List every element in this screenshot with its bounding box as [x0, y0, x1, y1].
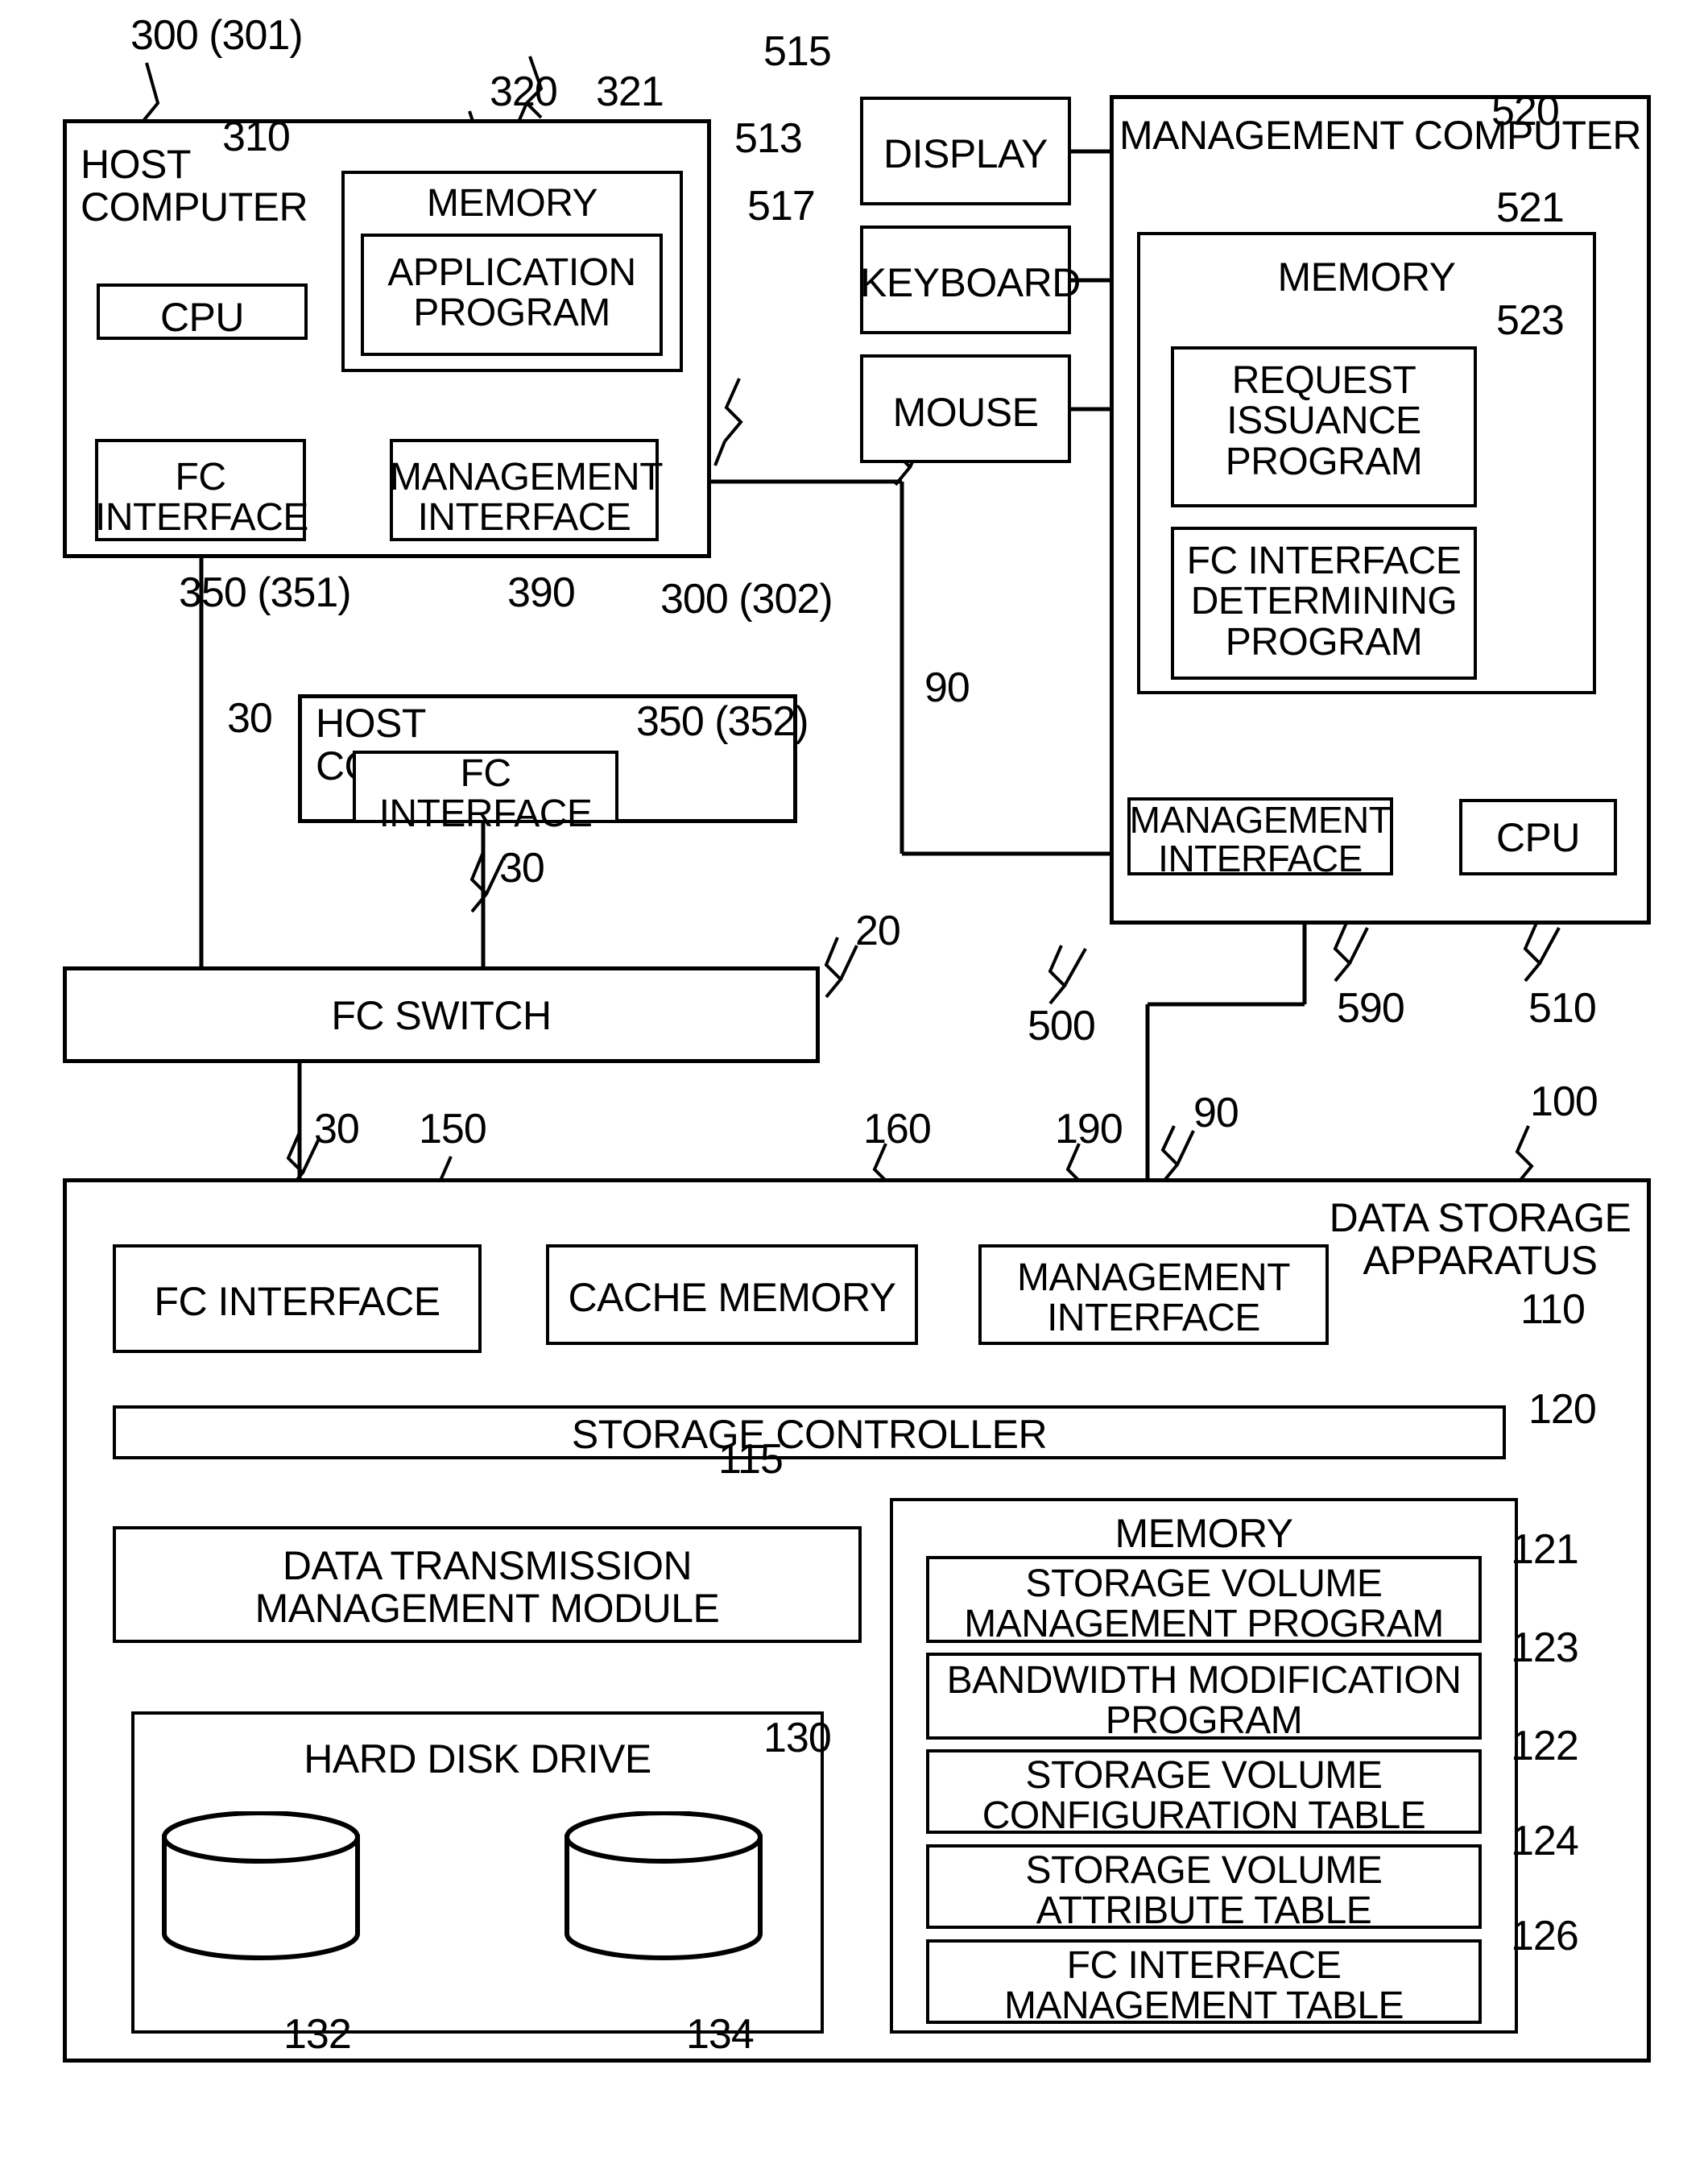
- disk-cylinder-134: [565, 1811, 763, 1960]
- diagram-canvas: HOST COMPUTER 300 (301) CPU 310 MEMORY 3…: [0, 0, 1708, 2160]
- host-computer-1-fc-interface-ref: 350 (351): [179, 569, 352, 616]
- display-label: DISPLAY: [883, 131, 1048, 176]
- bandwidth-modification-program-label: BANDWIDTH MODIFICATION PROGRAM: [946, 1659, 1462, 1743]
- disk-cylinder-132: [162, 1811, 360, 1960]
- cache-memory-label: CACHE MEMORY: [568, 1275, 896, 1320]
- management-computer-cpu-label: CPU: [1495, 815, 1581, 860]
- fc-cable-host2-ref: 30: [499, 845, 545, 892]
- fc-interface-management-table-label: FC INTERFACE MANAGEMENT TABLE: [1003, 1944, 1404, 2028]
- management-computer-memory-label: MEMORY: [1277, 254, 1456, 300]
- data-storage-apparatus-ref: 100: [1530, 1078, 1598, 1125]
- management-network-lower-ref: 90: [1193, 1090, 1239, 1136]
- request-issuance-program-ref: 521: [1496, 184, 1565, 231]
- host-computer-2-fc-interface-ref: 350 (352): [636, 698, 809, 745]
- disk-134-ref: 134: [686, 2011, 755, 2058]
- host-computer-1-fc-interface-label: FC INTERFACE: [95, 456, 308, 540]
- storage-volume-management-program-ref: 121: [1511, 1526, 1579, 1573]
- storage-fc-interface-label: FC INTERFACE: [154, 1279, 440, 1324]
- host-computer-1-application-program-ref: 321: [596, 68, 664, 115]
- storage-management-interface-ref: 190: [1055, 1106, 1123, 1152]
- host-computer-2-fc-interface-label: FC INTERFACE: [378, 752, 593, 836]
- fc-cable-storage-ref: 30: [314, 1106, 360, 1152]
- storage-volume-attribute-table-ref: 124: [1511, 1818, 1579, 1864]
- storage-memory-label: MEMORY: [1115, 1511, 1293, 1556]
- hard-disk-drive-label: HARD DISK DRIVE: [304, 1736, 651, 1781]
- bandwidth-modification-program-ref: 123: [1511, 1624, 1579, 1671]
- management-computer-management-interface-ref: 590: [1337, 985, 1405, 1032]
- data-transmission-management-module-label: DATA TRANSMISSION MANAGEMENT MODULE: [254, 1543, 720, 1631]
- mouse-ref: 517: [747, 183, 816, 230]
- fc-switch-label: FC SWITCH: [331, 993, 552, 1038]
- storage-fc-interface-ref: 150: [419, 1106, 487, 1152]
- host-computer-2-ref: 300 (302): [660, 576, 833, 623]
- data-storage-apparatus-label: DATA STORAGE APPARATUS: [1329, 1195, 1631, 1283]
- management-network-upper-ref: 90: [924, 664, 970, 711]
- management-computer-memory-ref: 520: [1491, 88, 1560, 134]
- host-computer-1-cpu-label: CPU: [159, 295, 245, 340]
- fc-interface-determining-program-ref: 523: [1496, 297, 1565, 344]
- keyboard-ref: 513: [734, 115, 803, 162]
- mouse-label: MOUSE: [892, 390, 1039, 435]
- host-computer-1-management-interface-label: MANAGEMENT INTERFACE: [390, 456, 664, 540]
- display-ref: 515: [763, 28, 832, 75]
- storage-volume-configuration-table-label: STORAGE VOLUME CONFIGURATION TABLE: [982, 1754, 1426, 1838]
- fc-interface-determining-program-label: FC INTERFACE DETERMINING PROGRAM: [1186, 540, 1462, 664]
- cache-memory-ref: 160: [863, 1106, 932, 1152]
- request-issuance-program-label: REQUEST ISSUANCE PROGRAM: [1225, 359, 1423, 483]
- host-computer-1-management-interface-ref: 390: [507, 569, 576, 616]
- management-computer-cpu-ref: 510: [1528, 985, 1597, 1032]
- fc-switch-ref: 20: [855, 908, 901, 954]
- host-computer-1-ref: 300 (301): [130, 12, 304, 59]
- storage-controller-ref: 110: [1520, 1286, 1586, 1333]
- fc-cable-host1-ref: 30: [227, 695, 273, 742]
- data-transmission-management-module-ref: 115: [718, 1436, 784, 1483]
- keyboard-label: KEYBOARD: [860, 260, 1081, 305]
- storage-volume-attribute-table-label: STORAGE VOLUME ATTRIBUTE TABLE: [1025, 1849, 1383, 1933]
- hard-disk-drive-ref: 130: [763, 1715, 832, 1761]
- storage-memory-ref: 120: [1528, 1386, 1597, 1433]
- management-computer-management-interface-label: MANAGEMENT INTERFACE: [1129, 799, 1392, 880]
- storage-management-interface-label: MANAGEMENT INTERFACE: [1016, 1256, 1291, 1340]
- storage-volume-management-program-label: STORAGE VOLUME MANAGEMENT PROGRAM: [964, 1562, 1444, 1646]
- disk-132-ref: 132: [283, 2011, 352, 2058]
- storage-volume-configuration-table-ref: 122: [1511, 1723, 1579, 1769]
- fc-interface-management-table-ref: 126: [1511, 1913, 1579, 1959]
- host-computer-1-application-program-label: APPLICATION PROGRAM: [387, 251, 636, 335]
- host-computer-1-cpu-ref: 310: [222, 114, 291, 160]
- management-computer-label: MANAGEMENT COMPUTER: [1119, 113, 1641, 158]
- storage-controller-label: STORAGE CONTROLLER: [571, 1412, 1048, 1457]
- host-computer-1-memory-ref: 320: [490, 68, 558, 115]
- host-computer-1-memory-label: MEMORY: [426, 182, 598, 225]
- management-computer-enclosure-ref: 500: [1028, 1003, 1096, 1049]
